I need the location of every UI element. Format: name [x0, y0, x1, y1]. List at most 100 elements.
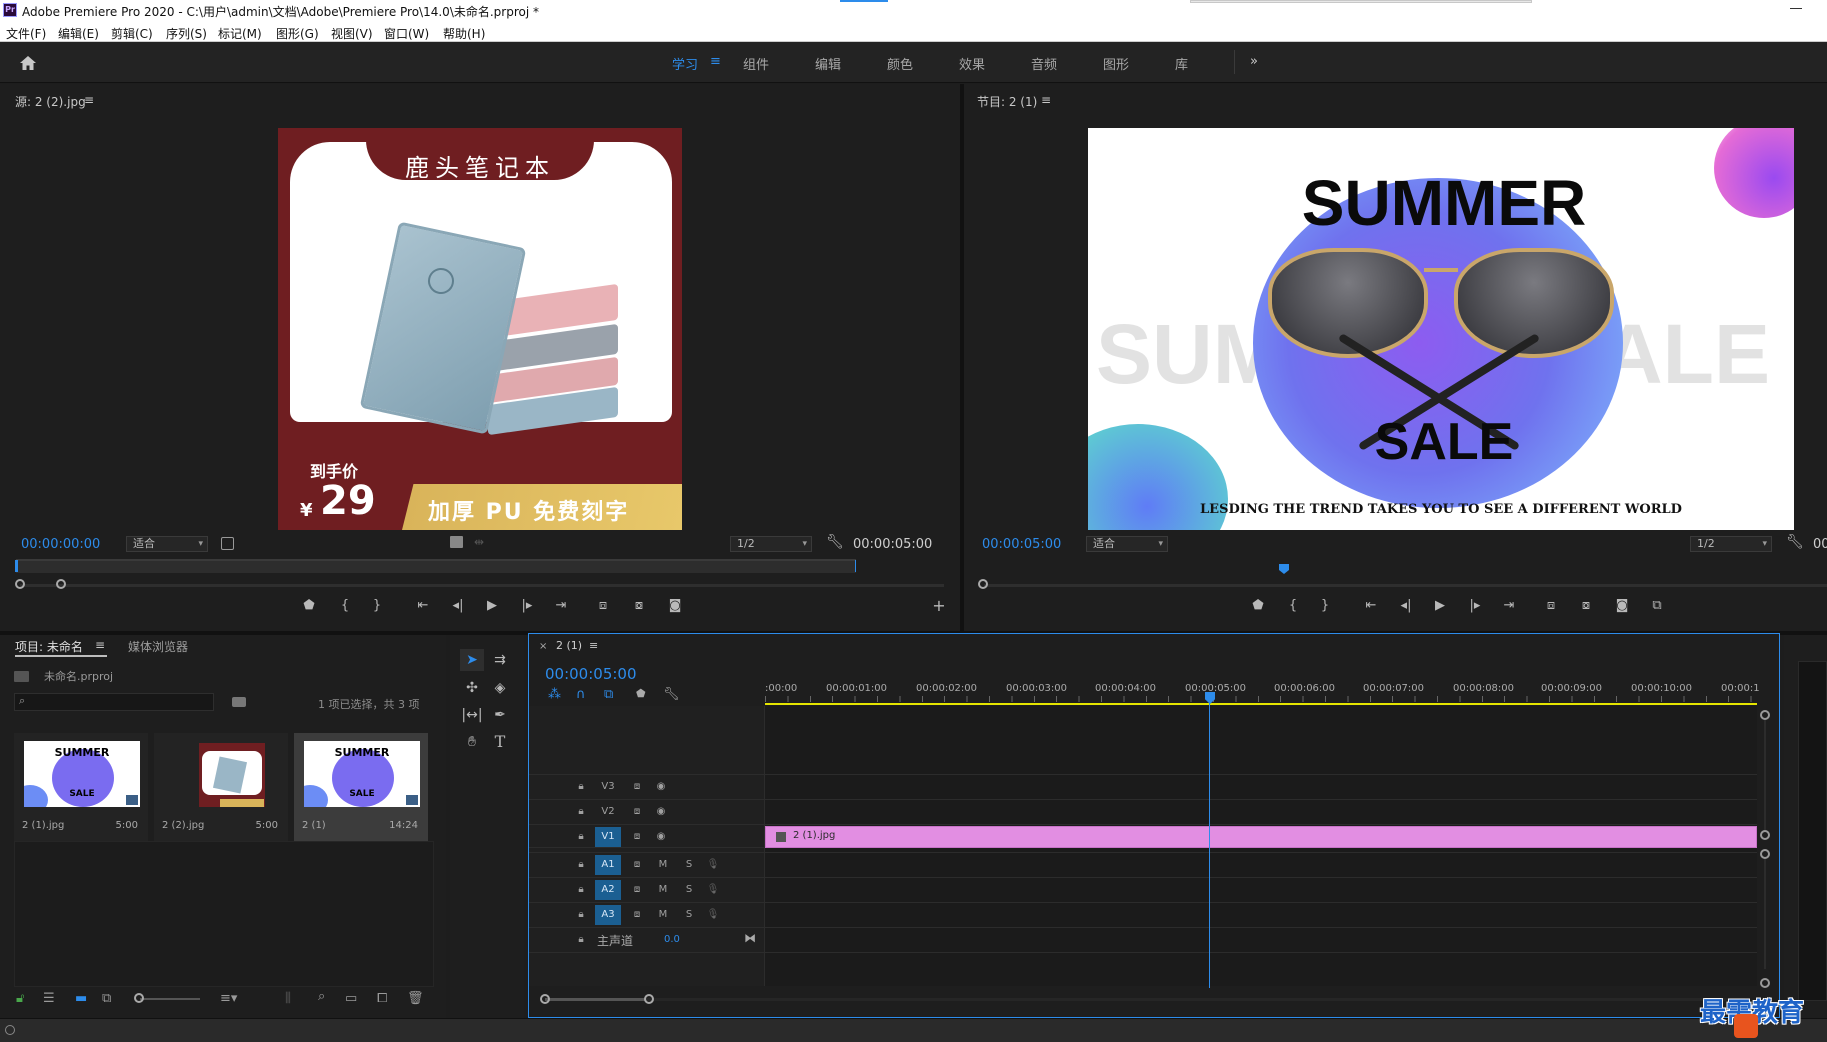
- list-view-icon[interactable]: ☰: [43, 991, 55, 1006]
- track-eye-icon[interactable]: ◉: [653, 829, 669, 845]
- program-monitor-title[interactable]: 节目: 2 (1): [977, 93, 1037, 110]
- source-zoom-bar[interactable]: [20, 584, 944, 587]
- linked-selection-icon[interactable]: ⧉: [604, 687, 613, 702]
- program-export-frame-button[interactable]: ◙: [1611, 597, 1633, 615]
- timeline-zoom-thumb[interactable]: [545, 998, 645, 1001]
- timeline-panel-menu-icon[interactable]: ≡: [589, 639, 598, 652]
- razor-tool-icon[interactable]: ◈: [488, 677, 512, 699]
- hand-tool-icon[interactable]: ✋︎: [460, 731, 484, 753]
- video-scroll-handle-top[interactable]: [1760, 710, 1770, 720]
- master-go-to-end-icon[interactable]: ⧓: [744, 931, 756, 945]
- mute-button[interactable]: M: [655, 857, 671, 873]
- thumbnail-size-slider[interactable]: [140, 998, 200, 1000]
- track-sync-icon[interactable]: ⧈: [629, 779, 645, 795]
- source-playhead[interactable]: [15, 560, 18, 572]
- source-mark-in-button[interactable]: {: [334, 597, 356, 615]
- ripple-edit-tool-icon[interactable]: ✣: [460, 677, 484, 699]
- mute-button[interactable]: M: [655, 882, 671, 898]
- pen-tool-icon[interactable]: ✒: [488, 704, 512, 726]
- track-target-a1[interactable]: A1: [595, 855, 621, 875]
- program-resolution-select[interactable]: 1/2: [1690, 536, 1772, 552]
- track-target-a3[interactable]: A3: [595, 905, 621, 925]
- audio-scroll-handle-bottom[interactable]: [1760, 978, 1770, 988]
- minimize-icon[interactable]: [1790, 8, 1802, 9]
- source-zoom-handle-right[interactable]: [56, 579, 66, 589]
- audio-scroll-handle-top[interactable]: [1760, 849, 1770, 859]
- menu-graphics[interactable]: 图形(G): [276, 25, 319, 42]
- video-scroll-handle-bottom[interactable]: [1760, 830, 1770, 840]
- workspace-menu-icon[interactable]: ≡: [710, 54, 721, 69]
- program-wrench-icon[interactable]: 🔧︎: [1786, 534, 1804, 550]
- source-go-to-out-button[interactable]: ⇥: [550, 597, 572, 615]
- workspace-graphics[interactable]: 图形: [1103, 54, 1129, 73]
- voice-over-icon[interactable]: 🎙︎: [705, 857, 721, 873]
- new-item-icon[interactable]: ⧠: [377, 991, 387, 1006]
- program-timecode[interactable]: 00:00:05:00: [982, 537, 1061, 552]
- source-drag-audio-icon[interactable]: ⇹: [474, 535, 484, 549]
- program-go-to-out-button[interactable]: ⇥: [1498, 597, 1520, 615]
- workspace-more-button[interactable]: »: [1250, 54, 1258, 69]
- source-play-button[interactable]: ▶: [481, 597, 503, 615]
- solo-button[interactable]: S: [681, 857, 697, 873]
- track-sync-icon[interactable]: ⧈: [629, 804, 645, 820]
- project-tab[interactable]: 项目: 未命名: [15, 638, 83, 655]
- automate-to-sequence-icon[interactable]: ⫼: [285, 991, 291, 1006]
- source-drag-video-icon[interactable]: [450, 536, 463, 548]
- timeline-tab[interactable]: 2 (1): [556, 639, 582, 652]
- project-item-thumbnail-selected[interactable]: SUMMER SALE 2 (1) 14:24: [294, 733, 428, 841]
- home-icon[interactable]: [18, 54, 38, 72]
- program-play-button[interactable]: ▶: [1429, 597, 1451, 615]
- track-lock-icon[interactable]: 🔒︎: [573, 932, 589, 948]
- workspace-assembly[interactable]: 组件: [743, 54, 769, 73]
- new-bin-icon[interactable]: ▭: [345, 991, 357, 1006]
- track-lock-icon[interactable]: 🔒︎: [573, 907, 589, 923]
- project-search-input[interactable]: [14, 693, 214, 711]
- timeline-settings-icon[interactable]: 🔧︎: [663, 687, 680, 702]
- source-wrench-icon[interactable]: 🔧︎: [826, 534, 844, 550]
- track-sync-icon[interactable]: ⧈: [629, 882, 645, 898]
- timeline-zoom-handle-right[interactable]: [644, 994, 654, 1004]
- track-lock-icon[interactable]: 🔒︎: [573, 804, 589, 820]
- workspace-learn[interactable]: 学习: [672, 54, 698, 73]
- source-button-editor-button[interactable]: +: [928, 597, 950, 615]
- program-go-to-in-button[interactable]: ⇤: [1360, 597, 1382, 615]
- source-panel-menu-icon[interactable]: ≡: [84, 93, 94, 107]
- slip-tool-icon[interactable]: |↔|: [460, 704, 484, 726]
- program-playhead-marker[interactable]: [1279, 564, 1289, 574]
- track-select-tool-icon[interactable]: ⇉: [488, 649, 512, 671]
- track-sync-icon[interactable]: ⧈: [629, 857, 645, 873]
- type-tool-icon[interactable]: T: [488, 731, 512, 753]
- menu-help[interactable]: 帮助(H): [443, 25, 485, 42]
- lock-icon[interactable]: 🔓︎: [16, 991, 24, 1006]
- program-fit-select[interactable]: 适合: [1086, 536, 1168, 552]
- timeline-zoom-bar[interactable]: [545, 998, 1745, 1001]
- menu-window[interactable]: 窗口(W): [384, 25, 429, 42]
- program-step-forward-button[interactable]: |▸: [1464, 597, 1486, 615]
- icon-view-icon[interactable]: ▬: [75, 991, 87, 1006]
- menu-marker[interactable]: 标记(M): [218, 25, 262, 42]
- track-lock-icon[interactable]: 🔒︎: [573, 779, 589, 795]
- workspace-effects[interactable]: 效果: [959, 54, 985, 73]
- track-eye-icon[interactable]: ◉: [653, 804, 669, 820]
- source-resolution-select[interactable]: 1/2: [730, 536, 812, 552]
- source-export-frame-button[interactable]: ◙: [664, 597, 686, 615]
- source-insert-button[interactable]: ⧈: [592, 597, 614, 615]
- source-timecode-in[interactable]: 00:00:00:00: [21, 537, 100, 552]
- program-mark-in-button[interactable]: {: [1282, 597, 1304, 615]
- program-extract-button[interactable]: ⧇: [1575, 597, 1597, 615]
- timeline-timecode[interactable]: 00:00:05:00: [545, 665, 637, 683]
- program-lift-button[interactable]: ⧈: [1540, 597, 1562, 615]
- find-icon[interactable]: ⌕: [318, 989, 325, 1004]
- program-zoom-bar[interactable]: [984, 584, 1827, 587]
- voice-over-icon[interactable]: 🎙︎: [705, 882, 721, 898]
- menu-file[interactable]: 文件(F): [6, 25, 46, 42]
- source-step-forward-button[interactable]: |▸: [516, 597, 538, 615]
- freeform-view-icon[interactable]: ⧉: [102, 991, 111, 1006]
- media-browser-tab[interactable]: 媒体浏览器: [128, 638, 188, 655]
- track-target-a2[interactable]: A2: [595, 880, 621, 900]
- menu-clip[interactable]: 剪辑(C): [111, 25, 153, 42]
- solo-button[interactable]: S: [681, 882, 697, 898]
- nest-icon[interactable]: ⁂: [548, 687, 561, 702]
- mute-button[interactable]: M: [655, 907, 671, 923]
- project-panel-menu-icon[interactable]: ≡: [95, 638, 105, 652]
